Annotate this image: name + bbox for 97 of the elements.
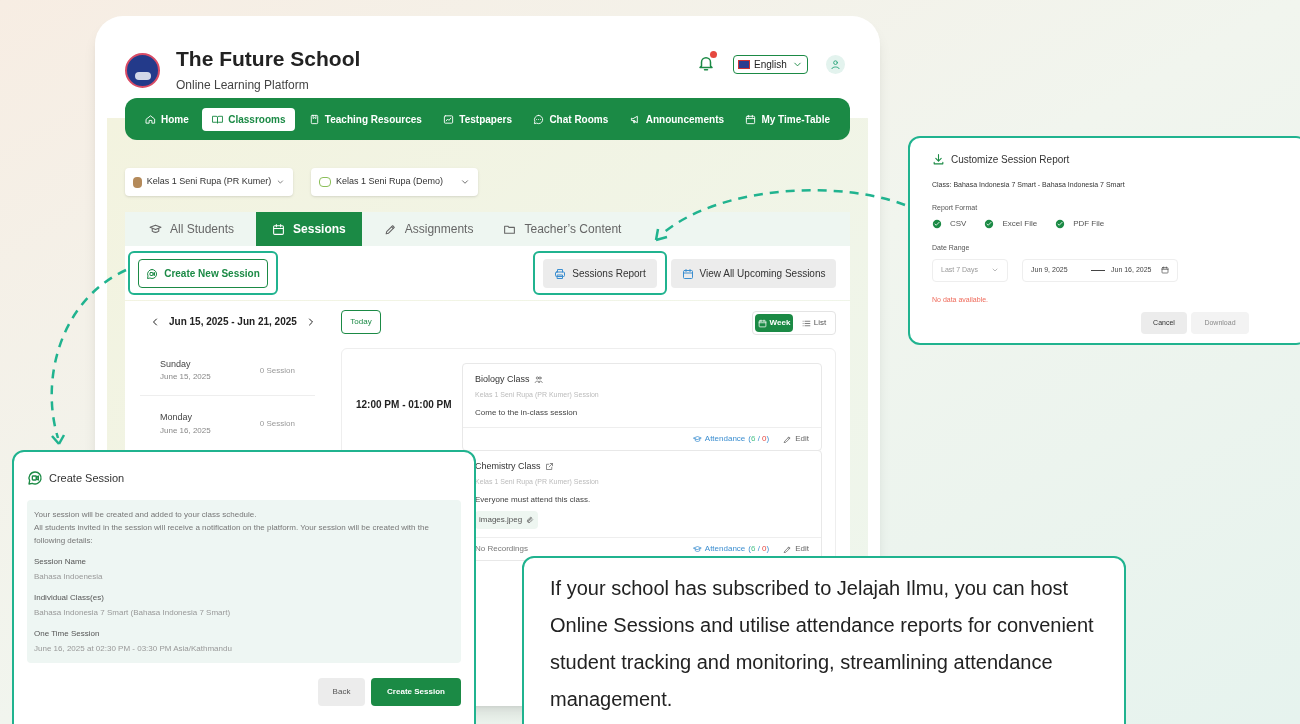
session-title: Chemistry Class xyxy=(475,460,541,473)
pencil-icon xyxy=(783,544,793,554)
nav-item[interactable]: Classrooms xyxy=(202,107,296,131)
graduation-cap-icon xyxy=(149,222,162,236)
pen-icon xyxy=(383,222,397,236)
calendar-icon xyxy=(757,318,767,328)
class-dropdown[interactable]: Kelas 1 Seni Rupa (Demo) xyxy=(311,168,478,196)
nav-item[interactable]: Testpapers xyxy=(435,107,520,131)
detail-label: One Time Session xyxy=(34,627,101,640)
external-link-icon xyxy=(544,462,554,472)
tab[interactable]: Assignments xyxy=(375,212,482,246)
create-session-button[interactable]: Create New Session xyxy=(138,259,268,288)
detail-label: Session Name xyxy=(34,555,88,568)
create-session-button[interactable]: Create Session xyxy=(371,677,461,706)
format-checkbox[interactable]: PDF File xyxy=(1055,218,1105,230)
attachment-chip[interactable]: images.jpeg xyxy=(475,511,539,529)
callout-text: If your school has subscribed to Jelajah Ilmu, you can host Online Sessions and utilise attendance reports for convenient student tracking and monitoring, streamlining attendance management. xyxy=(550,576,1095,712)
detail-value: Bahasa Indonesia 7 Smart (Bahasa Indonesia 7 Smart) xyxy=(34,606,232,619)
session-description: Everyone must attend this class. xyxy=(475,494,592,506)
chevron-down-icon xyxy=(276,177,285,187)
download-icon xyxy=(932,153,945,166)
view-option[interactable]: List xyxy=(795,314,833,332)
language-dropdown[interactable]: English xyxy=(733,55,808,74)
paperclip-icon xyxy=(526,516,535,524)
notification-button[interactable] xyxy=(697,54,717,74)
day-name: Monday xyxy=(160,411,194,425)
session-count: 0 Session xyxy=(259,418,295,430)
day-name: Sunday xyxy=(160,357,192,371)
nav-item[interactable]: My Time-Table xyxy=(737,107,838,131)
user-icon xyxy=(830,59,841,70)
format-checkbox[interactable]: Excel File xyxy=(984,218,1038,230)
day-row[interactable]: Monday June 16, 2025 0 Session xyxy=(140,399,315,449)
session-title: Biology Class xyxy=(475,373,530,386)
bell-icon xyxy=(697,54,715,72)
printer-icon xyxy=(554,267,567,280)
graduation-cap-icon xyxy=(692,434,702,444)
today-button[interactable]: Today xyxy=(341,310,381,334)
day-date: June 15, 2025 xyxy=(160,371,211,384)
school-logo xyxy=(125,52,160,88)
info-text: Your session will be created and added to your class schedule. xyxy=(34,508,258,521)
list-icon xyxy=(801,318,811,328)
tab[interactable]: All Students xyxy=(141,212,243,246)
session-count: 0 Session xyxy=(259,364,295,377)
back-button[interactable]: Back xyxy=(318,677,365,706)
book-icon xyxy=(212,113,224,125)
video-chat-icon xyxy=(146,267,159,280)
megaphone-icon xyxy=(629,113,641,125)
attendance-count: (6 / 0) xyxy=(748,543,770,555)
recordings-status: No Recordings xyxy=(475,543,528,555)
nav-item[interactable]: Chat Rooms xyxy=(525,107,617,131)
view-option[interactable]: Week xyxy=(755,314,793,332)
day-date: June 16, 2025 xyxy=(160,424,211,437)
calendar-icon xyxy=(1161,266,1169,274)
house-icon xyxy=(145,113,156,125)
dialog-title: Customize Session Report xyxy=(951,153,1070,167)
edit-button[interactable]: Edit xyxy=(783,543,809,555)
calendar-icon xyxy=(681,267,694,280)
detail-label: Individual Class(es) xyxy=(34,591,105,604)
range-separator xyxy=(1091,269,1105,271)
app-subtitle: Online Learning Platform xyxy=(176,77,310,95)
week-range: Jun 15, 2025 - Jun 21, 2025 xyxy=(169,315,297,329)
flag-icon xyxy=(738,60,750,69)
nav-item[interactable]: Announcements xyxy=(621,107,733,131)
calendar-icon xyxy=(745,113,757,125)
tab[interactable]: Teacher’s Content xyxy=(495,212,630,246)
app-title: The Future School xyxy=(176,46,361,72)
nav-item[interactable]: Teaching Resources xyxy=(300,107,430,131)
bookmark-icon xyxy=(308,113,320,125)
day-row[interactable]: Sunday June 15, 2025 0 Session xyxy=(140,346,315,396)
attendance-link[interactable]: Attendance xyxy=(692,433,746,445)
edit-button[interactable]: Edit xyxy=(783,433,809,445)
detail-value: June 16, 2025 at 02:30 PM - 03:30 PM Asia/Kathmandu xyxy=(34,642,233,655)
session-description: Come to the in-class session xyxy=(475,407,579,419)
detail-value: Bahasa Indoenesia xyxy=(34,570,104,583)
time-slot: 12:00 PM - 01:00 PM xyxy=(356,397,452,412)
attendance-link[interactable]: Attendance xyxy=(692,543,746,555)
sessions-report-button[interactable]: Sessions Report xyxy=(543,259,657,288)
dialog-title: Create Session xyxy=(49,471,125,486)
class-dropdown[interactable]: Kelas 1 Seni Rupa (PR Kumer) xyxy=(125,168,293,196)
calendar-icon xyxy=(272,222,286,236)
format-checkbox[interactable]: CSV xyxy=(932,218,967,230)
people-icon xyxy=(533,375,543,385)
tab[interactable]: Sessions xyxy=(256,212,362,246)
avatar-button[interactable] xyxy=(826,55,845,74)
chevron-down-icon xyxy=(460,177,470,187)
pencil-icon xyxy=(783,434,793,444)
chevron-down-icon xyxy=(991,266,999,274)
attendance-count: (6 / 0) xyxy=(748,433,770,445)
chat-bubble-icon xyxy=(533,113,545,125)
chart-icon xyxy=(443,113,455,125)
video-chat-icon xyxy=(27,470,43,487)
upcoming-sessions-button[interactable]: View All Upcoming Sessions xyxy=(671,259,836,288)
graduation-cap-icon xyxy=(692,544,702,554)
class-icon xyxy=(133,176,142,188)
nav-item[interactable]: Home xyxy=(137,107,197,131)
info-text: All students invited in the session will receive a notification on the platform. Your session will be created with the following details: xyxy=(34,521,430,547)
class-icon xyxy=(319,177,331,187)
